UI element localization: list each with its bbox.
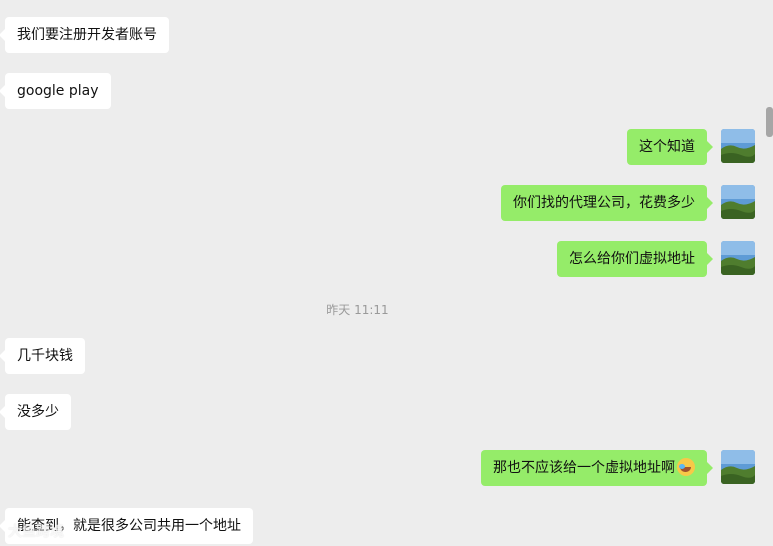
landscape-avatar-icon — [721, 185, 755, 219]
message-text: 这个知道 — [639, 139, 695, 155]
message-text: 怎么给你们虚拟地址 — [569, 251, 695, 267]
scrollbar[interactable] — [766, 107, 773, 137]
message-bubble[interactable]: 我们要注册开发者账号 — [0, 17, 169, 53]
message-text: 那也不应该给一个虚拟地址啊 — [493, 460, 675, 476]
message-incoming: 我们要注册开发者账号 — [0, 17, 169, 53]
avatar[interactable] — [721, 185, 755, 219]
message-text: 能查到，就是很多公司共用一个地址 — [17, 518, 241, 534]
message-bubble[interactable]: 这个知道 — [627, 129, 713, 165]
message-bubble[interactable]: google play — [0, 73, 111, 109]
message-bubble[interactable]: 几千块钱 — [0, 338, 85, 374]
message-text: 没多少 — [17, 404, 59, 420]
landscape-avatar-icon — [721, 129, 755, 163]
message-incoming: google play — [0, 73, 111, 109]
message-bubble[interactable]: 你们找的代理公司，花费多少 — [501, 185, 713, 221]
landscape-avatar-icon — [721, 241, 755, 275]
message-text: 你们找的代理公司，花费多少 — [513, 195, 695, 211]
chat-area: 我们要注册开发者账号 google play 这个知道 你们找的代理公司，花费多… — [0, 0, 773, 546]
message-outgoing: 这个知道 — [627, 129, 713, 165]
message-bubble[interactable]: 没多少 — [0, 394, 71, 430]
landscape-avatar-icon — [721, 450, 755, 484]
message-text: 几千块钱 — [17, 348, 73, 364]
message-incoming: 能查到，就是很多公司共用一个地址 — [0, 508, 253, 544]
message-incoming: 几千块钱 — [0, 338, 85, 374]
laughing-crying-emoji-icon — [677, 458, 695, 476]
message-incoming: 没多少 — [0, 394, 71, 430]
message-bubble[interactable]: 能查到，就是很多公司共用一个地址 — [0, 508, 253, 544]
message-text: google play — [17, 83, 99, 99]
message-text: 我们要注册开发者账号 — [17, 27, 157, 43]
message-outgoing: 那也不应该给一个虚拟地址啊 — [481, 450, 713, 486]
avatar[interactable] — [721, 450, 755, 484]
timestamp: 昨天 11:11 — [326, 303, 389, 317]
avatar[interactable] — [721, 241, 755, 275]
message-bubble[interactable]: 那也不应该给一个虚拟地址啊 — [481, 450, 713, 486]
avatar[interactable] — [721, 129, 755, 163]
message-bubble[interactable]: 怎么给你们虚拟地址 — [557, 241, 713, 277]
message-outgoing: 怎么给你们虚拟地址 — [557, 241, 713, 277]
message-outgoing: 你们找的代理公司，花费多少 — [501, 185, 713, 221]
